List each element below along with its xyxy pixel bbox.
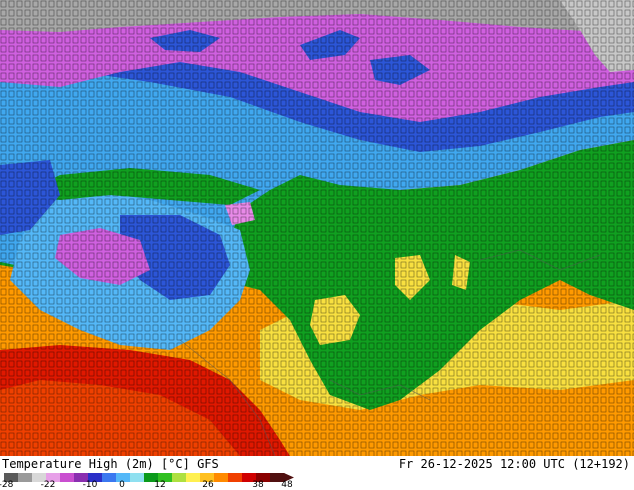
- temperature-map: [0, 0, 634, 456]
- colorbar-swatch: [102, 473, 117, 482]
- colorbar-tick-label: 48: [281, 480, 293, 490]
- colorbar-tick-label: -22: [40, 480, 56, 490]
- colorbar-tick-label: -28: [0, 480, 14, 490]
- colorbar-swatch: [172, 473, 187, 482]
- colorbar-swatch: [214, 473, 229, 482]
- colorbar-swatch: [186, 473, 201, 482]
- map-title: Temperature High (2m) [°C] GFS: [2, 457, 219, 471]
- colorbar-swatch: [228, 473, 243, 482]
- colorbar-tick-label: 38: [252, 480, 264, 490]
- map-footer: Temperature High (2m) [°C] GFS Fr 26-12-…: [0, 456, 634, 490]
- colorbar-swatch: [130, 473, 145, 482]
- forecast-datetime: Fr 26-12-2025 12:00 UTC (12+192): [398, 457, 630, 471]
- colorbar-swatch: [18, 473, 33, 482]
- colorbar-tick-label: -10: [82, 480, 98, 490]
- colorbar-tick-label: 26: [202, 480, 214, 490]
- value-grid-texture: [0, 0, 634, 456]
- colorbar-tick-label: 0: [119, 480, 125, 490]
- colorbar-swatch: [60, 473, 75, 482]
- colorbar-tick-label: 12: [154, 480, 166, 490]
